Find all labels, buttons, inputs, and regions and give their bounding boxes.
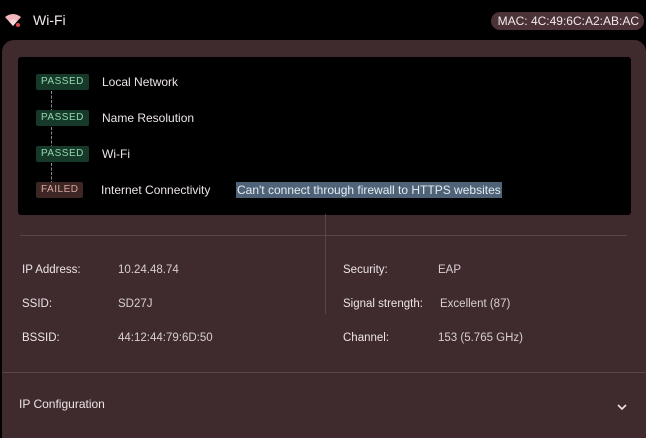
window-title: Wi-Fi [33, 12, 66, 28]
signal-strength-label: Signal strength: [343, 298, 423, 310]
chevron-down-icon[interactable] [616, 399, 628, 411]
status-badge: PASSED [36, 110, 89, 126]
bssid-value: 44:12:44:79:6D:50 [118, 332, 213, 344]
status-badge: FAILED [36, 182, 84, 198]
channel-label: Channel: [343, 332, 390, 344]
step-label: Internet Connectivity [101, 183, 211, 197]
bssid-label: BSSID: [22, 332, 60, 344]
network-details-panel: PASSED Local Network PASSED Name Resolut… [2, 40, 646, 438]
ip-address-label: IP Address: [22, 264, 81, 276]
ip-configuration-label: IP Configuration [19, 397, 105, 411]
step-connector [51, 91, 52, 112]
failure-message[interactable]: Can't connect through firewall to HTTPS … [236, 182, 502, 198]
status-badge: PASSED [36, 74, 89, 90]
diagnostics-box: PASSED Local Network PASSED Name Resolut… [18, 57, 631, 215]
step-label: Name Resolution [102, 111, 195, 125]
security-value: EAP [438, 264, 462, 276]
ip-address-value: 10.24.48.74 [118, 264, 179, 276]
status-badge: PASSED [36, 146, 89, 162]
section-divider [20, 235, 627, 236]
step-connector [51, 163, 52, 184]
wifi-icon [4, 12, 22, 28]
step-connector [51, 127, 52, 148]
signal-strength-value: Excellent (87) [440, 298, 511, 310]
ip-configuration-expander[interactable]: IP Configuration [2, 374, 646, 438]
window-header: Wi-Fi MAC: 4C:49:6C:A2:AB:AC [0, 0, 646, 40]
channel-value: 153 (5.765 GHz) [438, 332, 524, 344]
step-label: Local Network [102, 75, 179, 89]
step-label: Wi-Fi [102, 147, 130, 161]
mac-address-badge: MAC: 4C:49:6C:A2:AB:AC [490, 12, 644, 30]
section-divider [2, 372, 646, 373]
security-label: Security: [343, 264, 388, 276]
ssid-value: SD27J [118, 298, 153, 310]
column-divider [325, 214, 326, 314]
ssid-label: SSID: [22, 298, 53, 310]
